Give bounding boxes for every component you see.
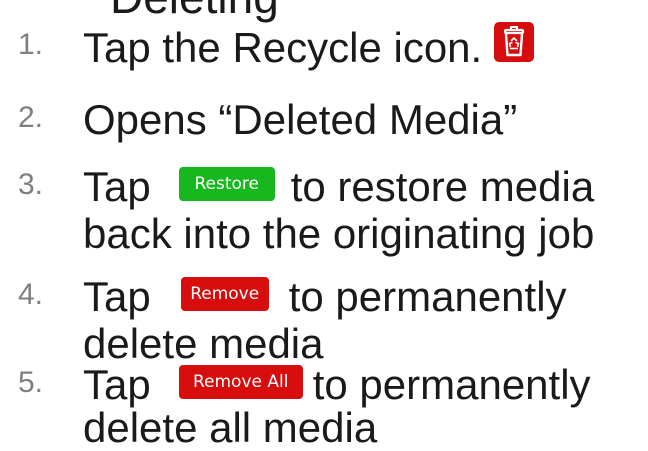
step-text: delete media [83, 319, 324, 367]
tap-text: Tap [83, 162, 151, 210]
step-text: delete all media [83, 403, 378, 451]
step-number: 4. [18, 278, 44, 311]
step-text: to permanently [288, 272, 567, 320]
step-line: Tap the Recycle icon. [83, 21, 535, 71]
step-text: to restore media [290, 162, 595, 210]
tap-text: Tap [83, 360, 151, 408]
remove-button[interactable]: Remove [180, 276, 269, 311]
step-number: 1. [18, 28, 44, 61]
step-line: Opens “Deleted Media” [83, 96, 517, 141]
remove-all-button[interactable]: Remove All [178, 364, 303, 399]
step-text: back into the originating job [83, 209, 595, 257]
step-line: delete all media [83, 404, 377, 449]
step-number: 5. [18, 366, 44, 399]
recycle-trash-icon [504, 25, 525, 57]
step-line: back into the originating job [83, 210, 594, 255]
step-line: Tap Remove All to permanently [83, 361, 591, 406]
section-heading: Deleting [110, 0, 279, 20]
step-text: Tap the Recycle icon. [83, 23, 483, 71]
recycle-button[interactable] [494, 21, 535, 62]
step-text: Opens “Deleted Media” [83, 95, 518, 143]
step-line: Tap Restore to restore media [83, 163, 594, 208]
step-line: delete media [83, 320, 324, 365]
step-line: Tap Remove to permanently [83, 273, 567, 318]
step-text: to permanently [312, 360, 591, 408]
restore-button[interactable]: Restore [178, 166, 275, 201]
step-number: 3. [18, 168, 44, 201]
step-number: 2. [18, 101, 44, 134]
tap-text: Tap [83, 272, 151, 320]
